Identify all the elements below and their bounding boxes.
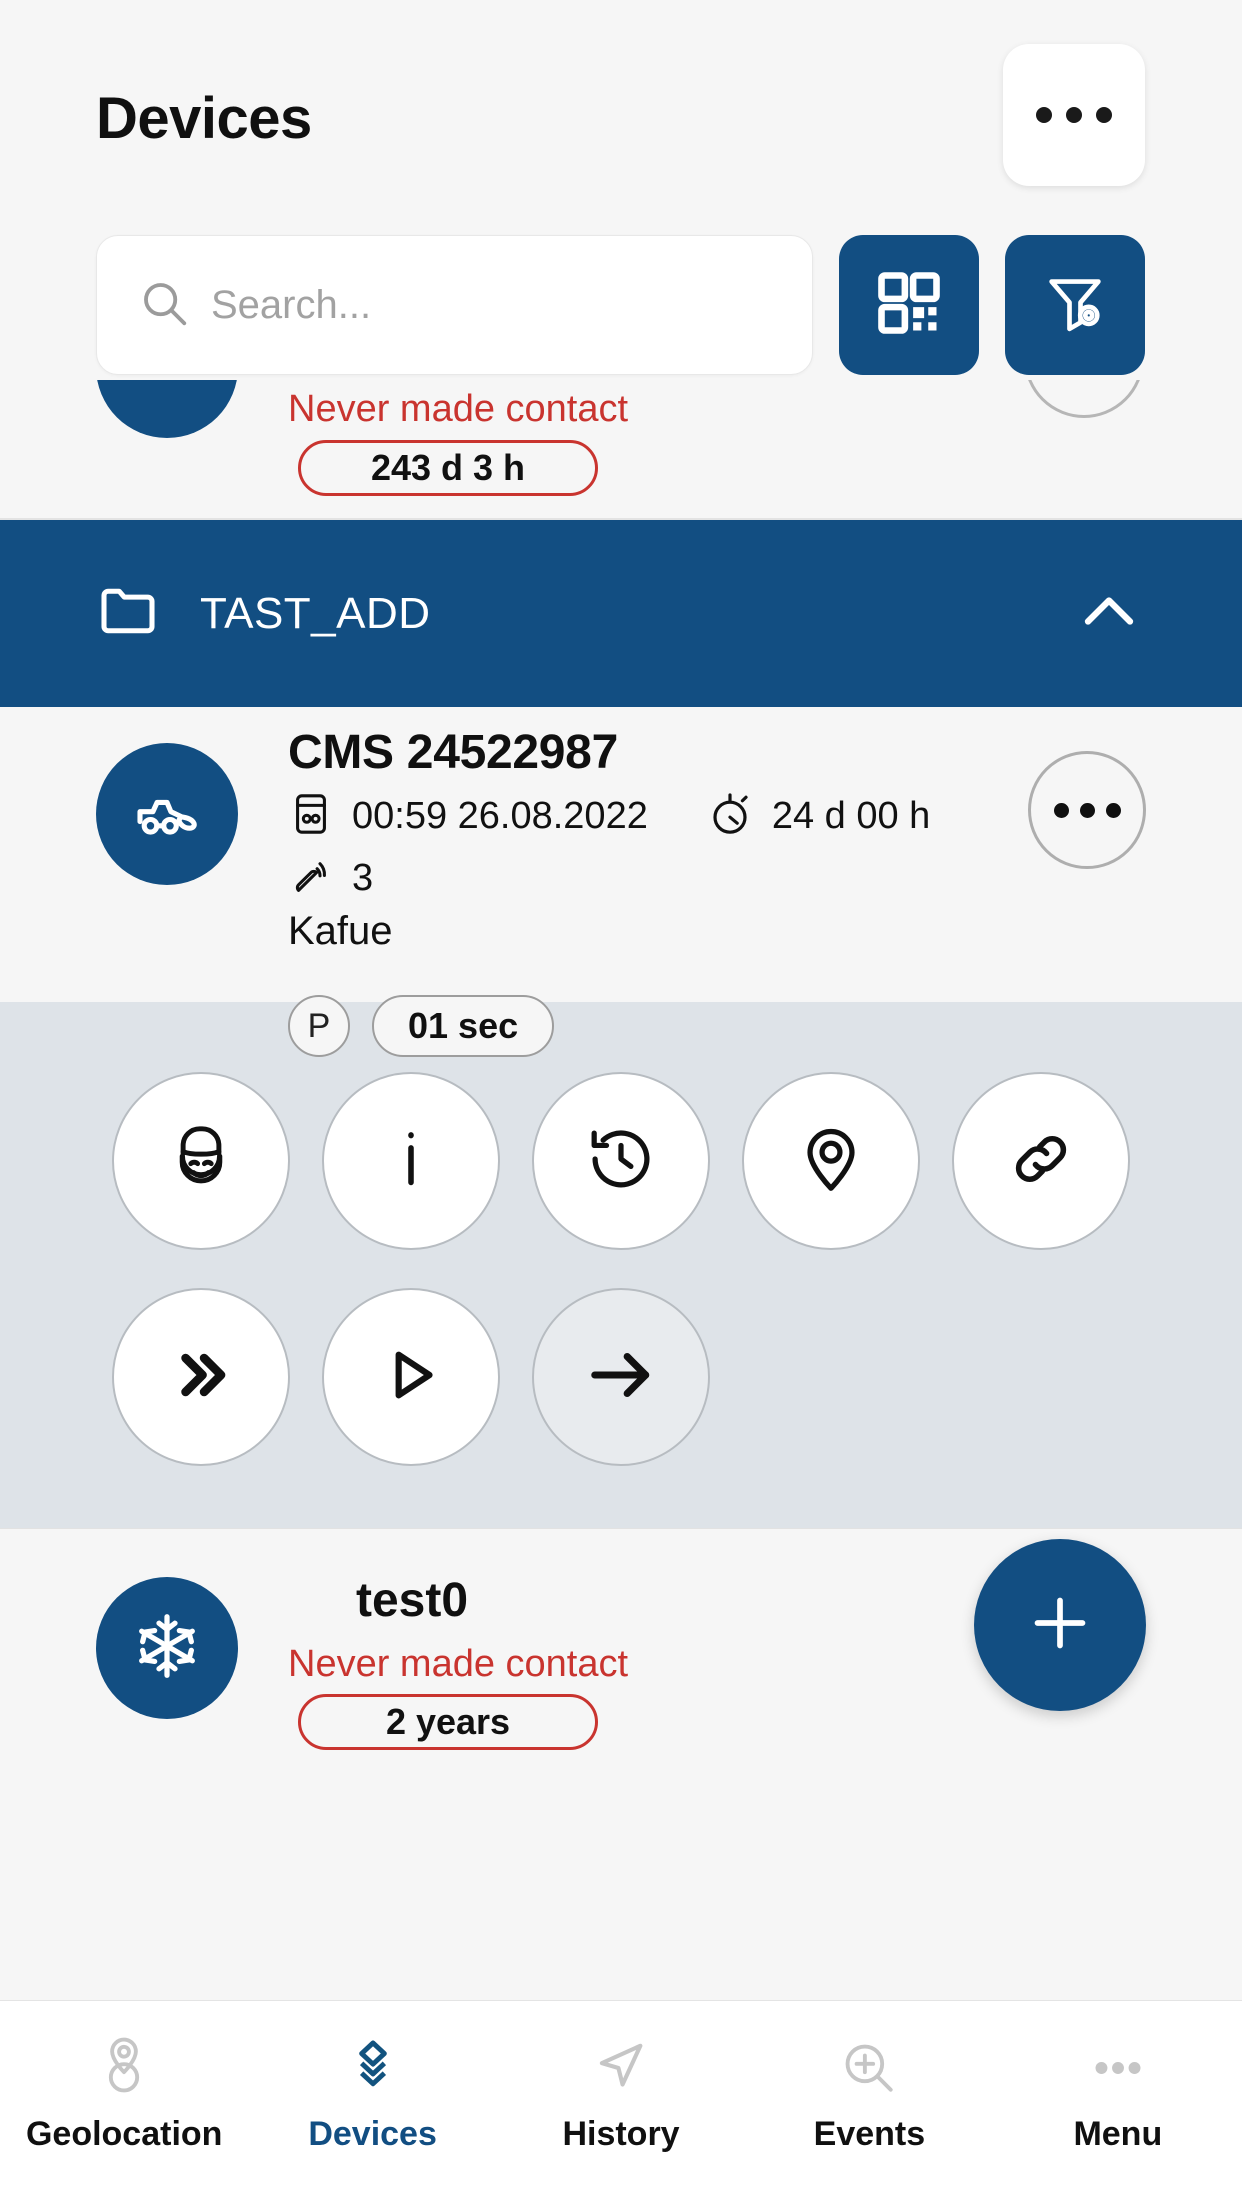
qr-code-icon — [876, 270, 942, 341]
action-driver-button[interactable] — [112, 1072, 290, 1250]
nav-item-geolocation[interactable]: Geolocation — [0, 2001, 248, 2208]
nav-item-menu[interactable]: Menu — [994, 2001, 1242, 2208]
qr-scan-button[interactable] — [839, 235, 979, 375]
vehicle-icon — [131, 776, 203, 853]
action-link-button[interactable] — [952, 1072, 1130, 1250]
device-more-button[interactable] — [1024, 380, 1144, 418]
navigation-arrow-icon — [590, 2037, 652, 2099]
device-avatar — [96, 743, 238, 885]
layers-icon — [342, 2037, 404, 2099]
device-badges: P 01 sec — [288, 995, 555, 1057]
device-duration-badge: 243 d 3 h — [298, 440, 598, 496]
nav-item-history[interactable]: History — [497, 2001, 745, 2208]
action-grid — [96, 1072, 1146, 1466]
history-icon — [584, 1122, 658, 1201]
device-duration: 24 d 00 h — [771, 795, 931, 837]
device-info: CMS 24522987 00:59 26.08.2022 24 d 00 h … — [288, 725, 1042, 904]
geolocation-pin-icon — [93, 2037, 155, 2099]
nav-item-events[interactable]: Events — [745, 2001, 993, 2208]
more-dot — [1036, 107, 1052, 123]
action-info-button[interactable] — [322, 1072, 500, 1250]
app-screen: Devices Search... Never made contact 243… — [0, 0, 1242, 2208]
partial-device-row[interactable]: Never made contact 243 d 3 h — [0, 380, 1242, 520]
search-field-wrapper[interactable] — [96, 235, 813, 375]
link-icon — [1004, 1122, 1078, 1201]
driver-icon — [164, 1122, 238, 1201]
nav-label: History — [562, 2115, 680, 2153]
nav-item-devices[interactable]: Devices — [248, 2001, 496, 2208]
device-avatar — [96, 380, 238, 438]
header-overflow-menu-button[interactable] — [1003, 44, 1145, 186]
search-toolbar — [0, 235, 1242, 380]
device-meta-line-1: 00:59 26.08.2022 24 d 00 h — [288, 790, 1042, 843]
action-play-button[interactable] — [322, 1288, 500, 1466]
nav-label: Events — [813, 2115, 926, 2153]
device-avatar — [96, 1577, 238, 1719]
device-status: Never made contact — [288, 388, 629, 430]
play-icon — [374, 1338, 448, 1417]
device-meta-line-2: 3 — [288, 853, 1042, 904]
more-dot — [1105, 802, 1121, 818]
device-module-icon — [288, 791, 334, 842]
search-plus-icon — [838, 2037, 900, 2099]
device-card-cms[interactable]: CMS 24522987 00:59 26.08.2022 24 d 00 h … — [0, 707, 1242, 1057]
filter-settings-button[interactable] — [1005, 235, 1145, 375]
satellite-signal-icon — [288, 853, 334, 904]
device-signal-group: 3 — [288, 853, 373, 904]
device-name: test0 — [356, 1574, 469, 1627]
device-place: Kafue — [288, 909, 393, 953]
bottom-navigation-bar: Geolocation Devices History Events Menu — [0, 2000, 1242, 2208]
filter-funnel-gear-icon — [1042, 270, 1108, 341]
device-card-test0[interactable]: test0 Never made contact 2 years — [0, 1528, 1242, 2000]
action-forward-button[interactable] — [112, 1288, 290, 1466]
device-timestamp-group: 00:59 26.08.2022 — [288, 791, 648, 842]
device-status-letter-badge: P — [288, 995, 350, 1057]
plus-icon — [1024, 1587, 1096, 1664]
device-duration-group: 24 d 00 h — [706, 790, 930, 843]
more-dot — [1079, 802, 1095, 818]
device-status: Never made contact — [288, 1643, 629, 1685]
device-name: CMS 24522987 — [288, 726, 618, 779]
arrow-right-icon — [584, 1338, 658, 1417]
stopwatch-icon — [706, 790, 754, 843]
action-go-button[interactable] — [532, 1288, 710, 1466]
device-timestamp: 00:59 26.08.2022 — [352, 795, 648, 837]
page-title: Devices — [96, 86, 312, 151]
device-action-panel — [0, 1002, 1242, 1528]
nav-label: Devices — [308, 2115, 437, 2153]
more-dots-icon — [1087, 2037, 1149, 2099]
nav-label: Geolocation — [25, 2115, 223, 2153]
more-dot — [1096, 107, 1112, 123]
double-chevron-right-icon — [164, 1338, 238, 1417]
device-signal-count: 3 — [352, 857, 374, 899]
add-device-fab[interactable] — [974, 1539, 1146, 1711]
device-status-duration-badge: 01 sec — [372, 995, 555, 1057]
device-duration-badge: 2 years — [298, 1694, 598, 1750]
more-dot — [1053, 802, 1069, 818]
more-dot — [1066, 107, 1082, 123]
chevron-up-icon[interactable] — [1073, 575, 1145, 652]
search-icon — [137, 276, 191, 335]
group-header-tast-add[interactable]: TAST_ADD — [0, 520, 1242, 707]
search-input[interactable] — [211, 282, 812, 328]
device-overflow-menu-button[interactable] — [1028, 751, 1146, 869]
group-name: TAST_ADD — [200, 588, 431, 638]
action-location-button[interactable] — [742, 1072, 920, 1250]
snowflake-icon — [130, 1609, 204, 1688]
folder-icon — [96, 579, 160, 648]
info-icon — [374, 1122, 448, 1201]
location-pin-icon — [794, 1122, 868, 1201]
action-history-button[interactable] — [532, 1072, 710, 1250]
page-header: Devices — [0, 0, 1242, 235]
nav-label: Menu — [1073, 2115, 1163, 2153]
